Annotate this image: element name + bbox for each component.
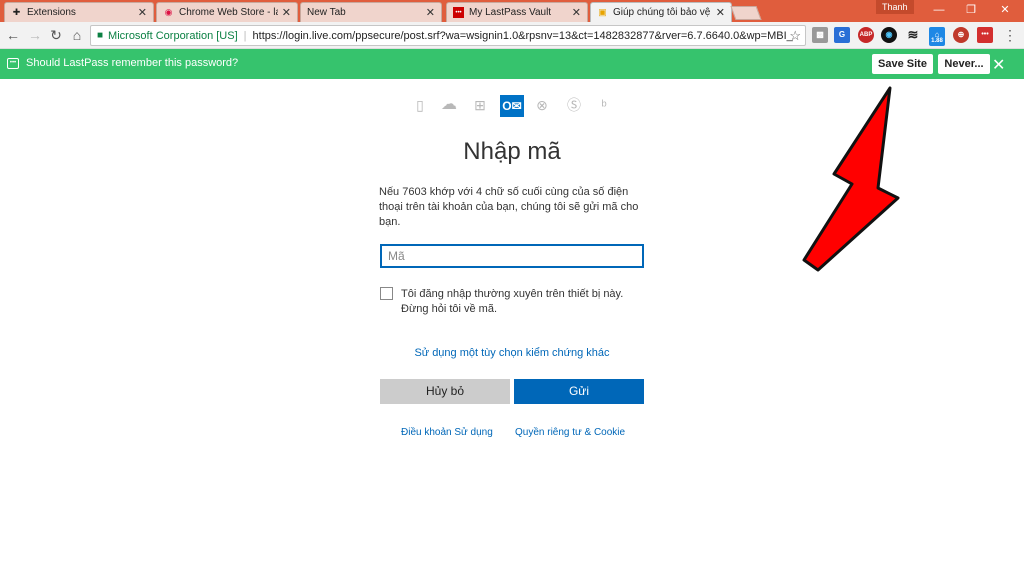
lastpass-message: Should LastPass remember this password? (26, 57, 239, 69)
close-tab-icon[interactable]: ✕ (426, 6, 435, 19)
page-title: Nhập mã (463, 138, 561, 165)
tab-title: Extensions (27, 7, 76, 18)
puzzle-icon: ✚ (12, 7, 21, 17)
restore-icon[interactable]: ❐ (956, 2, 986, 18)
annotation-arrow (802, 86, 900, 272)
tab-title: Chrome Web Store - lastp (179, 7, 278, 18)
tab-new-tab[interactable]: New Tab ✕ (300, 2, 442, 22)
remember-device-label[interactable]: Tôi đăng nhập thường xuyên trên thiết bị… (401, 287, 641, 317)
bookmark-star-icon[interactable]: ☆ (789, 28, 801, 44)
tab-title: Giúp chúng tôi bảo vệ tài (613, 7, 712, 18)
browser-toolbar: ← → ↻ ⌂ ■ Microsoft Corporation [US] | h… (0, 22, 1024, 49)
eye-extension-icon[interactable]: ◉ (881, 27, 897, 43)
forward-icon[interactable]: → (26, 26, 44, 44)
close-icon[interactable]: ✕ (992, 55, 1005, 75)
layers-icon[interactable]: ≋ (905, 27, 921, 43)
url-text: https://login.live.com/ppsecure/post.srf… (252, 29, 793, 42)
save-site-button[interactable]: Save Site (872, 54, 933, 74)
close-tab-icon[interactable]: ✕ (572, 6, 581, 19)
cancel-button[interactable]: Hủy bỏ (380, 379, 510, 404)
tab-title: New Tab (307, 7, 346, 18)
home-icon[interactable]: ⌂ (68, 26, 86, 44)
privacy-link[interactable]: Quyền riêng tư & Cookie (515, 427, 625, 438)
close-tab-icon[interactable]: ✕ (282, 6, 291, 19)
skype-icon: Ⓢ (567, 97, 581, 113)
back-icon[interactable]: ← (4, 26, 22, 44)
extension-badge: 1.88 (929, 37, 945, 46)
close-tab-icon[interactable]: ✕ (138, 6, 147, 19)
remember-device-checkbox[interactable] (380, 287, 393, 300)
bing-icon: ᵇ (601, 97, 607, 113)
microsoft-icon: ▣ (598, 7, 607, 17)
tab-chrome-web-store[interactable]: ◉ Chrome Web Store - lastp ✕ (156, 2, 298, 22)
site-identity: Microsoft Corporation [US] (108, 29, 238, 42)
google-translate-icon[interactable]: G (834, 27, 850, 43)
microsoft-product-logos: ▯ ☁ ⊞ O✉ ⊗ Ⓢ ᵇ (410, 95, 620, 117)
chrome-menu-icon[interactable]: ⋮ (1001, 26, 1019, 44)
office-icon: ▯ (416, 97, 424, 113)
lastpass-icon: ••• (7, 58, 19, 69)
xbox-icon: ⊗ (536, 97, 548, 113)
chrome-store-icon: ◉ (164, 7, 173, 17)
user-profile-badge[interactable]: Thanh (876, 0, 914, 14)
code-input[interactable] (380, 244, 644, 268)
reload-icon[interactable]: ↻ (47, 26, 65, 44)
verification-description: Nếu 7603 khớp với 4 chữ số cuối cùng của… (379, 186, 639, 228)
onedrive-icon: ☁ (441, 96, 457, 113)
tab-lastpass-vault[interactable]: ••• My LastPass Vault ✕ (446, 2, 588, 22)
lastpass-extension-icon[interactable]: ••• (977, 27, 993, 43)
new-tab-button[interactable] (730, 6, 762, 20)
windows-icon: ⊞ (474, 97, 486, 113)
omnibox-separator: | (243, 29, 247, 42)
window-close-icon[interactable]: ✕ (990, 2, 1020, 18)
target-extension-icon[interactable]: ⊕ (953, 27, 969, 43)
browser-titlebar: ✚ Extensions ✕ ◉ Chrome Web Store - last… (0, 0, 1024, 22)
lastpass-icon: ••• (453, 7, 464, 18)
outlook-icon: O✉ (500, 95, 524, 117)
close-tab-icon[interactable]: ✕ (716, 6, 725, 19)
tab-microsoft-login[interactable]: ▣ Giúp chúng tôi bảo vệ tài ✕ (590, 2, 732, 22)
terms-link[interactable]: Điều khoản Sử dụng (401, 427, 493, 438)
adblock-plus-icon[interactable]: ABP (858, 27, 874, 43)
address-bar[interactable]: ■ Microsoft Corporation [US] | https://l… (90, 25, 806, 46)
extension-cube-icon[interactable]: ▩ (812, 27, 828, 43)
tab-extensions[interactable]: ✚ Extensions ✕ (4, 2, 154, 22)
minimize-icon[interactable]: — (924, 2, 954, 18)
never-button[interactable]: Never... (938, 54, 990, 74)
lastpass-notification-bar: ••• Should LastPass remember this passwo… (0, 49, 1024, 79)
lock-icon: ■ (97, 30, 104, 41)
send-button[interactable]: Gửi (514, 379, 644, 404)
alternate-verification-link[interactable]: Sử dụng một tùy chọn kiểm chứng khác (379, 347, 645, 359)
tab-title: My LastPass Vault (469, 7, 552, 18)
